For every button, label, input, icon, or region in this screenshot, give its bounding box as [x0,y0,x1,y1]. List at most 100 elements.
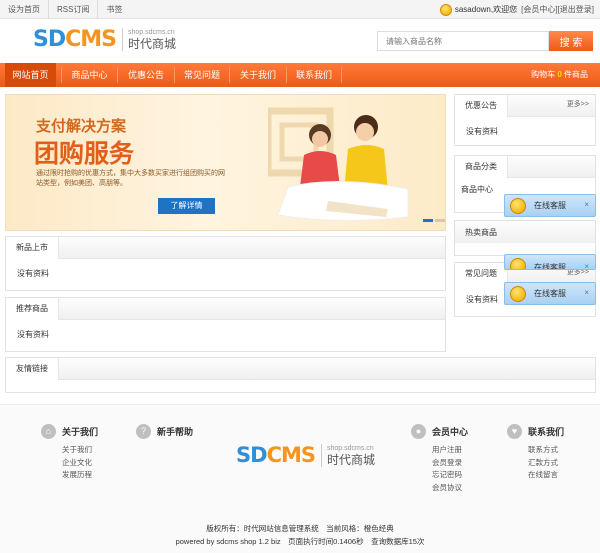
logo-domain: shop.sdcms.cn [128,29,175,36]
footer-member-title: 会员中心 [432,426,469,437]
panel-title: 优惠公告 [455,95,508,117]
footer-link[interactable]: 关于我们 [62,444,98,457]
search-input[interactable] [377,31,549,51]
footer: ⌂ 关于我们 关于我们 企业文化 发展历程 ? 新手帮助 SDCMS shop.sd… [0,404,600,553]
panel-header: 推荐商品 [6,298,445,320]
panel-title: 热卖商品 [465,228,497,237]
member-center-link[interactable]: [会员中心] [521,0,557,19]
copyright-block: 版权所有：时代网站信息管理系统 当前风格：橙色经典 powered by sdc… [0,522,600,548]
service-avatar-icon [510,286,526,302]
nav-products[interactable]: 商品中心 [62,63,117,87]
more-link[interactable]: 更多>> [567,95,589,115]
close-icon[interactable]: × [584,195,589,215]
footer-help: ? 新手帮助 [136,423,193,439]
mascot-icon [439,3,452,16]
banner-description: 通过限时抢购的优惠方式，集中大多数买家进行组团购买的网站类型，例如美团、高朋等。 [36,170,225,187]
main-nav: 网站首页 商品中心 优惠公告 常见问题 关于我们 联系我们 购物车 0 件商品 [0,63,600,87]
logo-side: shop.sdcms.cn 时代商城 [122,28,176,51]
panel-title: 友情链接 [6,358,59,380]
banner-pager-dot[interactable] [423,219,433,222]
footer-member: ● 会员中心 用户注册 会员登录 忘记密码 会员协议 [411,423,468,494]
nav-divider [341,67,342,83]
promo-banner[interactable]: 支付解决方案 团购服务 通过限时抢购的优惠方式，集中大多数买家进行组团购买的网站… [5,94,446,231]
close-icon[interactable]: × [584,257,589,269]
panel-empty-text: 没有资料 [466,127,498,136]
footer-logo-side: shop.sdcms.cn 时代商城 [321,443,376,467]
panel-header: 热卖商品 [455,221,595,243]
hot-products-panel: 热卖商品 [454,220,596,256]
home-icon: ⌂ [41,423,56,439]
service-avatar-icon [510,258,526,269]
powered-by-text: powered by sdcms shop 1.2 biz 页面执行时间0.14… [175,537,425,546]
panel-header: 新品上市 [6,237,445,259]
footer-logo-cn-name: 时代商城 [327,452,376,467]
online-service-widget[interactable]: 在线客服 × [504,282,596,305]
service-label: 在线客服 [534,289,566,298]
copyright-text: 版权所有：时代网站信息管理系统 当前风格：橙色经典 [206,524,394,533]
footer-link[interactable]: 企业文化 [62,457,98,470]
welcome-text: sasadown,欢迎您 [454,5,518,14]
notices-panel: 优惠公告 更多>> 没有资料 [454,94,596,146]
rss-link[interactable]: RSS订阅 [49,0,99,19]
set-homepage-link[interactable]: 设为首页 [6,0,49,19]
nav-about[interactable]: 关于我们 [230,63,286,87]
service-label: 在线客服 [534,263,566,270]
footer-about-title: 关于我们 [62,426,99,437]
close-icon[interactable]: × [584,283,589,303]
help-icon: ? [136,423,151,439]
panel-empty-text: 没有资料 [17,330,49,339]
recommended-panel: 推荐商品 没有资料 [5,297,446,352]
panel-header: 友情链接 [6,358,595,380]
footer-logo: SDCMS shop.sdcms.cn 时代商城 [236,443,375,467]
footer-logo-mark: SDCMS [236,443,316,467]
cart-unit: 件商品 [564,70,588,79]
friend-links-panel: 友情链接 [5,357,596,393]
footer-link[interactable]: 用户注册 [432,444,468,457]
cart-link[interactable]: 购物车 0 件商品 [531,63,588,87]
footer-link[interactable]: 汇款方式 [528,457,564,470]
top-bar: 设为首页 RSS订阅 书签 sasadown,欢迎您 [会员中心] [退出登录] [0,0,600,19]
panel-header: 优惠公告 更多>> [455,95,595,117]
footer-link[interactable]: 会员登录 [432,457,468,470]
site-logo[interactable]: SDCMS shop.sdcms.cn 时代商城 [33,27,176,52]
heart-icon: ♥ [507,423,522,439]
nav-home[interactable]: 网站首页 [5,63,56,87]
panel-title: 商品分类 [455,156,508,178]
banner-details-button[interactable]: 了解详情 [158,198,215,214]
search-button[interactable]: 搜 索 [549,31,593,51]
online-service-widget[interactable]: 在线客服 × [504,194,596,217]
footer-link[interactable]: 会员协议 [432,482,468,495]
logo-cn-name: 时代商城 [128,37,177,51]
footer-link[interactable]: 在线留言 [528,469,564,482]
banner-subtitle: 支付解决方案 [36,118,127,135]
nav-notices[interactable]: 优惠公告 [118,63,174,87]
footer-contact-title: 联系我们 [528,426,565,437]
footer-about: ⌂ 关于我们 关于我们 企业文化 发展历程 [41,423,98,482]
footer-help-title: 新手帮助 [157,426,194,437]
search-bar: 搜 索 [377,31,593,51]
banner-people-image [268,107,409,222]
panel-title: 常见问题 [455,263,508,285]
footer-contact: ♥ 联系我们 联系方式 汇款方式 在线留言 [507,423,564,482]
user-area: sasadown,欢迎您 [会员中心] [退出登录] [439,0,594,19]
service-avatar-icon [510,198,526,214]
footer-link[interactable]: 忘记密码 [432,469,468,482]
banner-title: 团购服务 [34,140,135,168]
online-service-widget[interactable]: 在线客服 × [504,254,596,270]
service-label: 在线客服 [534,201,566,210]
new-products-panel: 新品上市 没有资料 [5,236,446,291]
logo-mark: SDCMS [33,27,117,52]
panel-title: 推荐商品 [6,298,59,320]
panel-header: 商品分类 [455,156,595,178]
banner-pager-dot[interactable] [435,219,445,222]
nav-faq[interactable]: 常见问题 [175,63,229,87]
bookmark-link[interactable]: 书签 [98,0,130,19]
nav-contact[interactable]: 联系我们 [287,63,341,87]
footer-link[interactable]: 联系方式 [528,444,564,457]
footer-link[interactable]: 发展历程 [62,469,98,482]
user-icon: ● [411,423,426,439]
cart-label: 购物车 [531,70,556,79]
header: SDCMS shop.sdcms.cn 时代商城 搜 索 [0,19,600,62]
logout-link[interactable]: [退出登录] [558,0,594,19]
top-links: 设为首页 RSS订阅 书签 [6,0,130,19]
